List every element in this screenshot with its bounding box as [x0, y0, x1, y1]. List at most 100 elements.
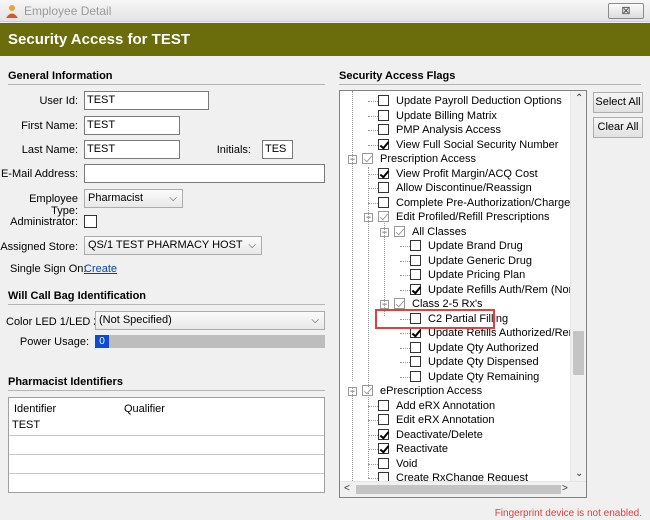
email-label: E-Mail Address:	[0, 168, 78, 180]
tree-checkbox[interactable]	[410, 283, 421, 295]
tree-item[interactable]: Update Qty Authorized	[340, 341, 570, 355]
tree-checkbox[interactable]	[394, 298, 405, 309]
header-band: Security Access for TEST	[0, 23, 650, 56]
tree-item[interactable]: − Edit Profiled/Refill Prescriptions	[340, 210, 570, 224]
tree-checkbox[interactable]	[378, 196, 389, 208]
tree-checkbox[interactable]	[410, 356, 421, 367]
tree-item[interactable]: PMP Analysis Access	[340, 123, 570, 137]
window-title: Employee Detail	[24, 4, 112, 18]
tree-item-label: Deactivate/Delete	[396, 428, 483, 441]
identifier-cell[interactable]: TEST	[12, 419, 40, 431]
scroll-left-icon[interactable]: <	[344, 483, 350, 494]
tree-checkbox[interactable]	[410, 341, 421, 353]
tree-item[interactable]: Edit eRX Annotation	[340, 413, 570, 427]
scroll-thumb[interactable]	[356, 485, 561, 494]
scroll-right-icon[interactable]: >	[562, 483, 568, 494]
tree-item-label: Allow Discontinue/Reassign	[396, 182, 532, 194]
tree-checkbox[interactable]	[378, 138, 389, 150]
tree-connector	[368, 101, 378, 102]
tree-item[interactable]: Allow Discontinue/Reassign	[340, 181, 570, 195]
assigned-store-select[interactable]: QS/1 TEST PHARMACY HOST ⌵	[84, 236, 262, 255]
tree-item[interactable]: Void	[340, 457, 570, 471]
tree-checkbox[interactable]	[378, 95, 389, 106]
tree-item[interactable]: Update Generic Drug	[340, 254, 570, 268]
first-name-field[interactable]: TEST	[84, 116, 180, 135]
initials-field[interactable]: TES	[262, 140, 293, 159]
tree-connector	[368, 463, 378, 465]
sso-create-link[interactable]: Create	[84, 263, 117, 275]
tree-item[interactable]: Add eRX Annotation	[340, 399, 570, 413]
tree-checkbox[interactable]	[410, 370, 421, 382]
select-all-button[interactable]: Select All	[593, 92, 643, 113]
tree-connector	[400, 347, 410, 349]
chevron-down-icon: ⌵	[169, 193, 177, 204]
tree-connector	[400, 246, 410, 247]
user-id-label: User Id:	[39, 95, 78, 107]
scroll-down-icon[interactable]: ⌄	[575, 468, 583, 479]
identifiers-grid[interactable]: Identifier Qualifier TEST	[8, 397, 325, 493]
user-id-field[interactable]: TEST	[84, 91, 209, 110]
tree-item[interactable]: − ePrescription Access	[340, 384, 570, 398]
led-color-select[interactable]: (Not Specified) ⌵	[95, 311, 325, 330]
tree-checkbox[interactable]	[410, 269, 421, 280]
administrator-checkbox[interactable]	[84, 215, 97, 228]
last-name-field[interactable]: TEST	[84, 140, 180, 159]
tree-item[interactable]: Complete Pre-Authorization/Charge Patie	[340, 196, 586, 210]
tree-item[interactable]: Update Qty Remaining	[340, 370, 570, 384]
grid-row-divider	[9, 473, 324, 474]
tree-item[interactable]: Update Billing Matrix	[340, 109, 570, 123]
close-button[interactable]: ⊠	[608, 3, 644, 19]
employee-type-select[interactable]: Pharmacist ⌵	[84, 189, 183, 208]
tree-item[interactable]: Reactivate	[340, 442, 570, 456]
power-usage-bar[interactable]: 0	[95, 335, 325, 348]
tree-connector	[368, 188, 378, 189]
vertical-scrollbar[interactable]: ⌃ ⌄	[570, 91, 586, 482]
tree-checkbox[interactable]	[378, 182, 389, 193]
tree-connector	[368, 405, 378, 407]
window-titlebar: Employee Detail ⊠	[0, 0, 650, 22]
tree-guide-line	[368, 167, 369, 387]
tree-connector	[400, 362, 410, 363]
tree-checkbox[interactable]	[378, 414, 389, 425]
tree-checkbox[interactable]	[394, 225, 405, 237]
tree-item-label: Update Qty Authorized	[428, 341, 539, 354]
email-field[interactable]	[84, 164, 325, 183]
tree-checkbox[interactable]	[410, 254, 421, 266]
scroll-thumb[interactable]	[573, 331, 584, 375]
tree-item[interactable]: Deactivate/Delete	[340, 428, 570, 442]
security-flags-tree[interactable]: Update Payroll Deduction Options Update B…	[339, 90, 587, 498]
grid-row-divider	[9, 435, 324, 436]
tree-item[interactable]: View Profit Margin/ACQ Cost	[340, 167, 570, 181]
column-header-identifier[interactable]: Identifier	[14, 403, 56, 415]
tree-checkbox[interactable]	[378, 428, 389, 440]
tree-connector	[368, 130, 378, 131]
tree-item[interactable]: − Prescription Access	[340, 152, 570, 166]
tree-item[interactable]: − All Classes	[340, 225, 570, 239]
tree-checkbox[interactable]	[410, 240, 421, 251]
tree-connector	[400, 260, 410, 262]
column-header-qualifier[interactable]: Qualifier	[124, 403, 165, 415]
tree-checkbox[interactable]	[378, 443, 389, 454]
tree-checkbox[interactable]	[378, 457, 389, 469]
tree-checkbox[interactable]	[378, 399, 389, 411]
scroll-up-icon[interactable]: ⌃	[575, 93, 583, 104]
tree-checkbox[interactable]	[378, 167, 389, 179]
tree-item[interactable]: Update Payroll Deduction Options	[340, 94, 570, 108]
tree-item-label: Reactivate	[396, 443, 448, 455]
clear-all-button[interactable]: Clear All	[593, 117, 643, 138]
tree-guide-line	[352, 91, 353, 381]
tree-checkbox[interactable]	[378, 124, 389, 135]
tree-item[interactable]: View Full Social Security Number	[340, 138, 570, 152]
horizontal-scrollbar[interactable]: < >	[340, 481, 586, 497]
tree-checkbox[interactable]	[362, 153, 373, 164]
tree-item-label: Update Pricing Plan	[428, 269, 526, 281]
tree-checkbox[interactable]	[378, 109, 389, 121]
employee-type-value: Pharmacist	[88, 192, 144, 204]
tree-item[interactable]: Update Pricing Plan	[340, 268, 570, 282]
tree-item[interactable]: Update Brand Drug	[340, 239, 570, 253]
tree-guide-line	[352, 387, 353, 483]
tree-item[interactable]: Update Refills Auth/Rem (Non-Cor	[340, 283, 586, 297]
section-divider	[8, 390, 325, 391]
power-usage-label: Power Usage:	[19, 336, 89, 348]
tree-item[interactable]: Update Qty Dispensed	[340, 355, 570, 369]
